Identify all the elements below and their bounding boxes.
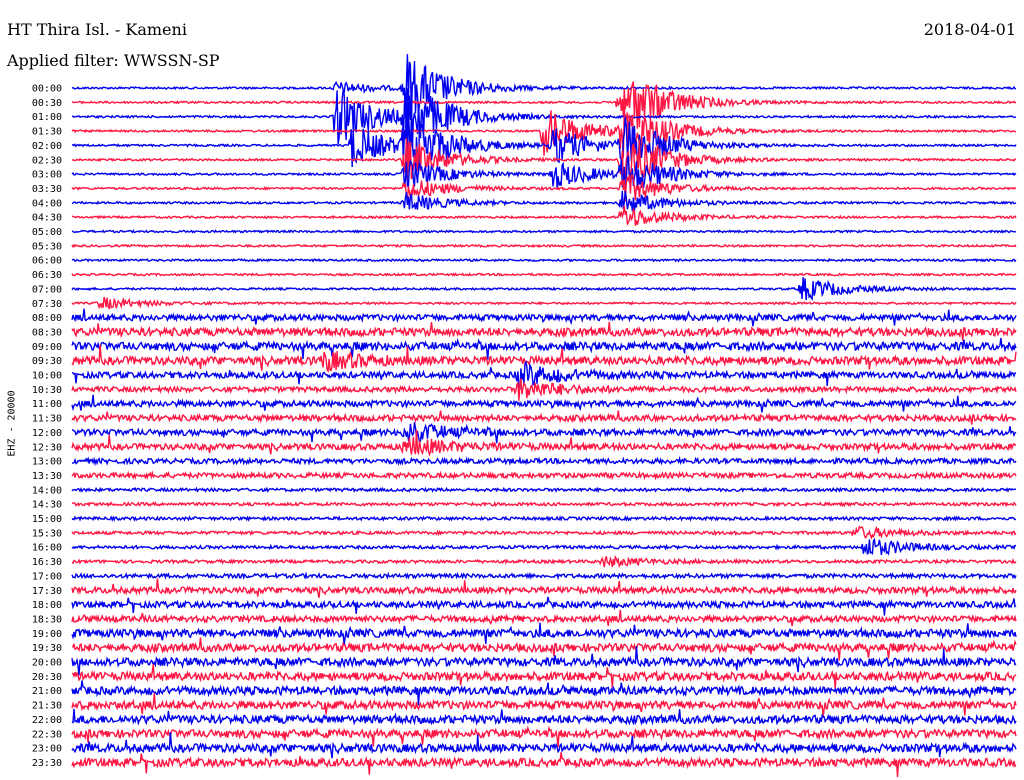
tick-label: 00:30: [32, 98, 62, 109]
trace-line: [71, 708, 1017, 726]
trace-line: [71, 725, 1017, 748]
trace-line: [71, 470, 1017, 481]
trace-line: [71, 308, 1017, 327]
tick-label: 21:00: [32, 686, 62, 697]
trace-line: [71, 455, 1017, 467]
tick-label: 19:30: [32, 643, 62, 654]
tick-label: 13:00: [32, 457, 62, 468]
tick-label: 04:00: [32, 198, 62, 209]
tick-label: 17:00: [32, 571, 62, 582]
tick-label: 20:30: [32, 672, 62, 683]
tick-label: 12:30: [32, 442, 62, 453]
trace-line: [71, 394, 1017, 413]
helicorder-plot: 00:00 00:30 01:00 01:30 02:00 02:30 03:00 03:30…: [32, 54, 1017, 778]
tick-label: 14:00: [32, 485, 62, 496]
tick-label: 02:00: [32, 141, 62, 152]
trace-line: [71, 664, 1017, 689]
trace-line: [71, 609, 1017, 627]
trace-line: [71, 422, 1017, 444]
trace-line: [71, 277, 1017, 301]
trace-line: [71, 378, 1017, 401]
trace-line: [71, 637, 1017, 661]
seismic-traces: [71, 54, 1017, 778]
trace-line: [71, 525, 1017, 540]
trace-line: [71, 174, 1017, 202]
tick-label: 00:00: [32, 84, 62, 95]
trace-line: [71, 622, 1017, 645]
trace-line: [71, 486, 1017, 494]
trace-line: [71, 410, 1017, 425]
tick-label: 04:30: [32, 213, 62, 224]
trace-line: [71, 680, 1017, 706]
tick-label: 10:30: [32, 385, 62, 396]
trace-line: [71, 205, 1017, 226]
trace-line: [71, 228, 1016, 234]
trace-line: [71, 190, 1017, 212]
tick-label: 23:00: [32, 744, 62, 755]
trace-line: [71, 732, 1017, 759]
trace-line: [71, 554, 1017, 569]
trace-line: [71, 515, 1017, 522]
tick-label: 22:30: [32, 729, 62, 740]
tick-label: 15:30: [32, 528, 62, 539]
tick-label: 14:30: [32, 500, 62, 511]
tick-label: 09:00: [32, 342, 62, 353]
tick-label: 01:30: [32, 127, 62, 138]
trace-line: [71, 752, 1017, 778]
trace-line: [71, 321, 1017, 341]
tick-label: 02:30: [32, 155, 62, 166]
trace-line: [71, 337, 1017, 360]
tick-label: 08:00: [32, 313, 62, 324]
trace-line: [71, 500, 1017, 508]
trace-line: [71, 537, 1017, 556]
tick-label: 03:00: [32, 170, 62, 181]
tick-label: 18:00: [32, 600, 62, 611]
tick-label: 13:30: [32, 471, 62, 482]
trace-line: [71, 257, 1017, 263]
tick-label: 23:30: [32, 758, 62, 769]
tick-label: 10:00: [32, 371, 62, 382]
tick-label: 21:30: [32, 701, 62, 712]
tick-label: 15:00: [32, 514, 62, 525]
tick-label: 01:00: [32, 112, 62, 123]
tick-label: 09:30: [32, 356, 62, 367]
tick-label: 05:30: [32, 241, 62, 252]
tick-label: 08:30: [32, 327, 62, 338]
trace-line: [71, 106, 1017, 158]
tick-label: 19:00: [32, 629, 62, 640]
tick-label: 17:30: [32, 586, 62, 597]
trace-line: [71, 578, 1017, 598]
tick-label: 12:00: [32, 428, 62, 439]
tick-label: 11:00: [32, 399, 62, 410]
trace-line: [71, 243, 1017, 249]
trace-line: [71, 111, 1017, 177]
tick-label: 07:30: [32, 299, 62, 310]
tick-label: 07:00: [32, 284, 62, 295]
trace-line: [71, 693, 1017, 717]
time-tick-labels: 00:00 00:30 01:00 01:30 02:00 02:30 03:00 03:30…: [32, 84, 62, 769]
tick-label: 18:30: [32, 614, 62, 625]
trace-line: [71, 296, 1017, 310]
tick-label: 22:00: [32, 715, 62, 726]
trace-line: [71, 596, 1017, 616]
tick-label: 11:30: [32, 414, 62, 425]
trace-line: [71, 571, 1017, 581]
tick-label: 16:30: [32, 557, 62, 568]
tick-label: 06:00: [32, 256, 62, 267]
tick-label: 05:00: [32, 227, 62, 238]
tick-label: 06:30: [32, 270, 62, 281]
tick-label: 03:30: [32, 184, 62, 195]
trace-line: [71, 359, 1017, 391]
tick-label: 20:00: [32, 658, 62, 669]
tick-label: 16:00: [32, 543, 62, 554]
trace-line: [71, 54, 1017, 121]
trace-line: [71, 272, 1017, 277]
